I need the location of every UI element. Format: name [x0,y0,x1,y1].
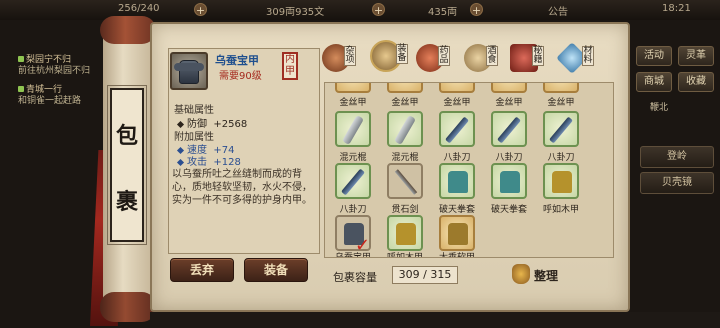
item-slot[interactable] [491,111,527,147]
clock: 18:21 [662,3,691,14]
gauntlet-icon [448,171,468,193]
item-slot[interactable] [335,111,371,147]
equip-button[interactable]: 装备 [244,258,308,282]
add-gold-button[interactable]: + [470,3,483,17]
item-label: 八卦刀 [339,205,367,215]
item-description: 以乌蚕所吐之丝缝制而成的背心，质地轻软坚韧，水火不侵，实为一件不可多得的护身内甲… [172,169,312,206]
item-label: 八卦刀 [495,153,523,163]
quest-title: 青城一行 [26,85,63,95]
item-label: 金丝甲 [339,98,367,108]
item-slot[interactable] [439,83,475,93]
title-char: 包 [115,123,138,149]
capacity-value: 309 / 315 [392,266,458,284]
title-char: 裹 [115,189,138,215]
sword-icon [394,169,418,195]
armor-icon [552,171,572,193]
blade-icon [549,116,573,144]
item-label: 八卦刀 [443,153,471,163]
quest-desc: 前往杭州梨园不归 [18,66,91,76]
item-label: 呼如木甲 [386,253,423,258]
item-label: 呼如木甲 [542,205,579,215]
item-type-tag: 内甲 [282,52,298,80]
item-label: 大乘软甲 [438,253,475,258]
blade-icon [445,116,469,144]
quest-desc: 和铜雀一起赶路 [18,96,82,106]
item-label: 乌蚕宝甲 [334,253,371,258]
menu-collect-button[interactable]: 收藏 [678,72,714,92]
menu-activity-button[interactable]: 活动 [636,46,672,66]
item-label: 破天拳套 [490,205,527,215]
login-button[interactable]: 登岭 [640,146,714,168]
club-icon [342,115,364,145]
item-slot-selected[interactable]: ✓ [335,215,371,256]
add-money-button[interactable]: + [372,3,385,17]
quest-list[interactable]: 梨园宁不归 前往杭州梨园不归 青城一行 和铜雀一起赶路 [18,55,100,107]
item-slot[interactable] [387,111,423,147]
item-slot[interactable] [335,163,371,199]
item-slot[interactable] [387,83,423,93]
money-bag-icon [512,264,530,284]
stat-gold: 435両 [428,7,458,18]
item-name: 乌蚕宝甲 [215,54,259,67]
attr-attack: 攻击 +128 [176,153,241,168]
notice-button[interactable]: 公告 [548,3,568,18]
tab-misc[interactable]: 杂项 [322,44,356,72]
quest-marker-icon [18,86,24,92]
gauntlet-icon [500,171,520,193]
item-slot[interactable] [439,111,475,147]
item-label: 混元棍 [391,153,419,163]
item-slot[interactable] [543,83,579,93]
sort-label: 整理 [534,269,559,283]
stat-money: 309両935文 [266,7,325,18]
item-slot[interactable] [491,83,527,93]
item-slot[interactable] [491,163,527,199]
discard-button[interactable]: 丢弃 [170,258,234,282]
menu-skill-button[interactable]: 灵革 [678,46,714,66]
item-requirement: 需要90级 [219,71,262,82]
armor-icon [396,223,416,245]
item-label: 金丝甲 [443,98,471,108]
tab-equipment[interactable]: 装备 [370,40,408,72]
item-slot[interactable] [439,163,475,199]
item-label: 贯石剑 [391,205,419,215]
tab-manuals[interactable]: 秘籍 [510,44,544,72]
item-label: 金丝甲 [391,98,419,108]
item-slot[interactable] [387,215,423,251]
bottom-bar [150,312,720,328]
scroll-rod-bottom [100,292,156,322]
armor-icon [448,223,468,245]
sort-button[interactable]: 整理 [512,264,570,286]
quest-title: 梨园宁不归 [26,55,72,65]
tab-materials-label: 材料 [582,46,594,66]
item-label: 八卦刀 [547,153,575,163]
item-label: 混元棍 [339,153,367,163]
item-label: 金丝甲 [547,98,575,108]
item-slot[interactable] [387,163,423,199]
stat-energy: 256/240 [118,3,160,14]
item-slot[interactable] [335,83,371,93]
menu-shop-button[interactable]: 商城 [636,72,672,92]
blade-icon [341,168,365,196]
item-slot[interactable] [543,111,579,147]
base-attr-title: 基础属性 [174,105,214,116]
tab-food[interactable]: 酒食 [464,44,498,72]
location-label: 鞭北 [650,103,669,113]
scroll-rod-top [100,16,156,44]
shell-mirror-button[interactable]: 贝壳镜 [640,172,714,194]
add-energy-button[interactable]: + [194,3,207,17]
item-slot[interactable] [543,163,579,199]
inventory-grid: 金丝甲 金丝甲 金丝甲 金丝甲 金丝甲 混元棍 混元棍 八卦刀 八卦刀 八卦刀 … [324,82,614,258]
inventory-title: 包 裹 [107,85,147,245]
blade-icon [497,116,521,144]
quest-marker-icon [18,56,24,62]
selected-item-icon [170,52,208,90]
item-slot[interactable] [439,215,475,251]
item-label: 金丝甲 [495,98,523,108]
capacity-label: 包裹容量 [333,271,377,284]
club-icon [394,115,416,145]
tab-medicine[interactable]: 药品 [416,44,450,72]
item-label: 破天拳套 [438,205,475,215]
